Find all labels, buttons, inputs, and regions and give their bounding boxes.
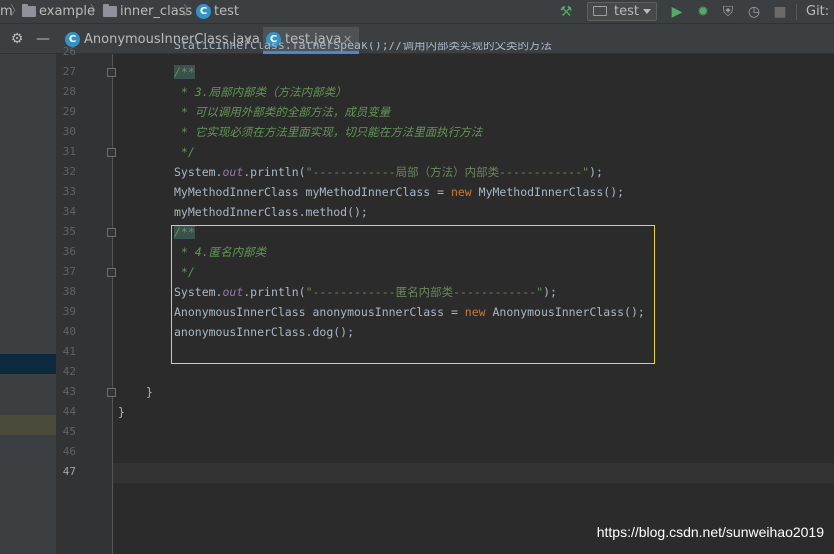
line-number: 46 <box>62 445 76 458</box>
line-number: 43 <box>62 385 76 398</box>
class-icon: C <box>196 4 211 19</box>
line-number: 27 <box>62 65 76 78</box>
breadcrumb-separator: 〉 <box>183 4 197 19</box>
debug-icon[interactable]: ✹ <box>694 0 712 24</box>
line-number: 39 <box>62 305 76 318</box>
code-token: .println( <box>243 165 306 179</box>
line-number: 26 <box>62 45 76 58</box>
code-line-43[interactable]: } <box>146 382 153 402</box>
selected-row-highlight <box>0 354 56 374</box>
code-line-30[interactable]: * 它实现必须在方法里面实现，切只能在方法里面执行方法 <box>174 122 482 142</box>
code-line-26[interactable]: StaticInnerClass.fatherSpeak();//调用内部类实现… <box>174 42 552 54</box>
watermark: https://blog.csdn.net/sunweihao2019 <box>596 524 824 540</box>
code-token: out <box>222 165 244 179</box>
folder-icon <box>22 4 36 17</box>
code-token: ); <box>589 165 603 179</box>
run-config-label: test <box>614 4 639 19</box>
code-token: MyMethodInnerClass myMethodInnerClass = <box>174 185 451 199</box>
gear-icon[interactable]: ⚙ <box>8 24 26 48</box>
line-number: 35 <box>62 225 76 238</box>
fold-marker[interactable] <box>107 68 116 77</box>
chevron-down-icon <box>643 9 651 14</box>
git-label[interactable]: Git: <box>806 0 829 24</box>
code-line-31[interactable]: */ <box>174 142 195 162</box>
line-number: 34 <box>62 205 76 218</box>
breadcrumb-example[interactable]: example <box>39 0 95 24</box>
code-token: System. <box>174 165 223 179</box>
code-line-27[interactable]: /** <box>174 62 195 82</box>
code-token: MyMethodInnerClass(); <box>471 185 625 199</box>
coverage-icon[interactable]: ⛨ <box>719 0 737 24</box>
tool-window-strip <box>0 54 56 554</box>
line-number: 28 <box>62 85 76 98</box>
annotation-highlight-box <box>171 225 655 364</box>
config-icon <box>593 6 607 16</box>
line-number: 31 <box>62 145 76 158</box>
fold-marker[interactable] <box>107 388 116 397</box>
breadcrumb-test[interactable]: test <box>214 0 239 24</box>
code-line-32[interactable]: System.out.println("------------局部（方法）内部… <box>174 162 603 182</box>
line-number: 44 <box>62 405 76 418</box>
line-number: 40 <box>62 325 76 338</box>
current-line-highlight <box>113 463 834 483</box>
run-config-dropdown[interactable]: test <box>587 2 657 21</box>
breadcrumb-separator: 〉 <box>90 4 104 19</box>
line-number: 45 <box>62 425 76 438</box>
line-number: 41 <box>62 345 76 358</box>
line-number: 36 <box>62 245 76 258</box>
hide-icon[interactable]: — <box>34 24 52 48</box>
line-number: 47 <box>62 465 76 478</box>
code-line-34[interactable]: myMethodInnerClass.method(); <box>174 202 368 222</box>
fold-marker[interactable] <box>107 268 116 277</box>
folder-icon <box>103 4 117 17</box>
breadcrumb-inner-class[interactable]: inner_class <box>120 0 192 24</box>
toolbar-divider <box>796 4 797 20</box>
line-number: 33 <box>62 185 76 198</box>
build-hammer-icon[interactable]: ⚒ <box>557 0 575 24</box>
navigation-bar: m 〉 example 〉 inner_class 〉 C test ⚒ tes… <box>0 0 834 24</box>
stop-icon[interactable]: ■ <box>771 0 789 24</box>
keyword: new <box>450 185 472 199</box>
line-number: 32 <box>62 165 76 178</box>
code-line-44[interactable]: } <box>118 402 125 422</box>
run-icon[interactable]: ▶ <box>668 0 686 24</box>
fold-marker[interactable] <box>107 148 116 157</box>
line-number: 42 <box>62 365 76 378</box>
doc-comment-start: /** <box>174 65 195 79</box>
code-line-33[interactable]: MyMethodInnerClass myMethodInnerClass = … <box>174 182 624 202</box>
string-literal: "------------局部（方法）内部类------------" <box>305 165 590 179</box>
code-line-29[interactable]: * 可以调用外部类的全部方法，成员变量 <box>174 102 390 122</box>
row-highlight <box>0 415 56 435</box>
line-number: 29 <box>62 105 76 118</box>
line-number: 38 <box>62 285 76 298</box>
line-number: 37 <box>62 265 76 278</box>
fold-marker[interactable] <box>107 228 116 237</box>
profile-icon[interactable]: ◷ <box>745 0 763 24</box>
line-number: 30 <box>62 125 76 138</box>
code-line-28[interactable]: * 3.局部内部类（方法内部类） <box>174 82 347 102</box>
